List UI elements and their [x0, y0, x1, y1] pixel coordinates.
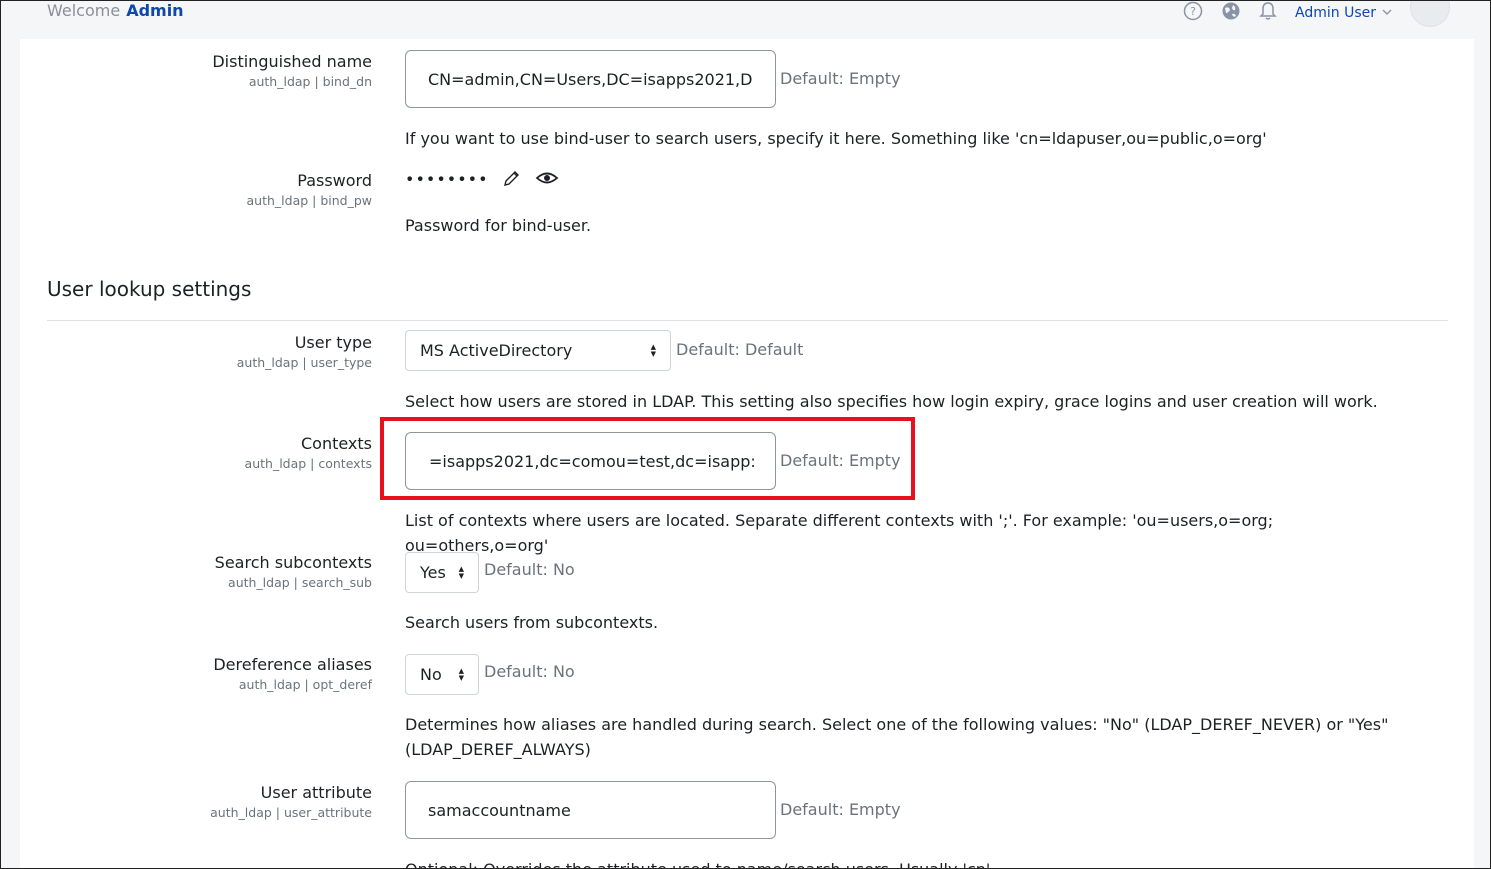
- setting-title: User attribute: [260, 783, 372, 802]
- setting-description: Search users from subcontexts.: [405, 613, 659, 632]
- setting-description: Select how users are stored in LDAP. Thi…: [405, 392, 1378, 411]
- setting-description: Determines how aliases are handled durin…: [405, 715, 1389, 759]
- user-menu[interactable]: Admin User: [1295, 5, 1392, 21]
- setting-description: Optional: Overrides the attribute used t…: [405, 857, 1405, 868]
- top-navbar: Welcome Admin ? Admin User: [1, 1, 1490, 39]
- bell-icon[interactable]: [1259, 1, 1277, 25]
- password-value: ••••••••: [405, 169, 489, 189]
- password-control: ••••••••: [405, 168, 559, 192]
- welcome-message: Welcome Admin: [47, 1, 184, 20]
- opt-deref-select[interactable]: No ▲ ▼: [405, 654, 479, 695]
- setting-title: Dereference aliases: [213, 655, 372, 674]
- setting-description: If you want to use bind-user to search u…: [405, 129, 1267, 148]
- user-type-control: MS ActiveDirectory ▲ ▼: [405, 330, 671, 371]
- select-arrows-icon: ▲ ▼: [650, 342, 656, 358]
- section-divider: [47, 320, 1448, 321]
- eye-icon[interactable]: [535, 168, 559, 192]
- setting-title: Search subcontexts: [214, 553, 372, 572]
- default-value: Default: Empty: [780, 800, 901, 819]
- avatar[interactable]: [1410, 1, 1450, 27]
- default-value: Default: Default: [676, 340, 804, 359]
- svg-text:?: ?: [1190, 5, 1196, 18]
- pencil-icon[interactable]: [502, 168, 522, 192]
- setting-key: auth_ldap | search_sub: [228, 575, 372, 590]
- setting-key: auth_ldap | opt_deref: [238, 677, 372, 692]
- bind-dn-control: CN=admin,CN=Users,DC=isapps2021,D: [405, 50, 776, 108]
- setting-key: auth_ldap | bind_dn: [248, 74, 372, 89]
- default-value: Default: Empty: [780, 69, 901, 88]
- setting-label: Dereference aliases auth_ldap | opt_dere…: [42, 654, 372, 694]
- setting-label: Search subcontexts auth_ldap | search_su…: [42, 552, 372, 592]
- select-arrows-icon: ▲ ▼: [458, 564, 464, 580]
- setting-label: Password auth_ldap | bind_pw: [42, 170, 373, 210]
- chevron-down-icon: [1382, 5, 1392, 21]
- setting-title: Contexts: [300, 434, 372, 453]
- selected-value: MS ActiveDirectory: [420, 341, 573, 360]
- bind-dn-input[interactable]: CN=admin,CN=Users,DC=isapps2021,D: [405, 50, 776, 108]
- top-icons: ? Admin User: [1183, 1, 1450, 27]
- setting-label: User attribute auth_ldap | user_attribut…: [42, 782, 372, 822]
- setting-description: List of contexts where users are located…: [405, 511, 1274, 555]
- setting-title: User type: [294, 333, 372, 352]
- setting-description: Password for bind-user.: [405, 216, 592, 235]
- opt-deref-control: No ▲ ▼: [405, 654, 479, 695]
- setting-key: auth_ldap | user_attribute: [210, 805, 372, 820]
- welcome-text: Welcome: [47, 1, 121, 20]
- setting-title: Distinguished name: [212, 52, 372, 71]
- selected-value: Yes: [420, 563, 446, 582]
- select-arrows-icon: ▲ ▼: [458, 666, 464, 682]
- user-menu-label: Admin User: [1295, 5, 1376, 21]
- default-value: Default: No: [484, 560, 575, 579]
- search-sub-select[interactable]: Yes ▲ ▼: [405, 552, 479, 593]
- browser-frame: Welcome Admin ? Admin User Distinguished…: [0, 0, 1491, 869]
- setting-key: auth_ldap | bind_pw: [246, 193, 373, 208]
- user-type-select[interactable]: MS ActiveDirectory ▲ ▼: [405, 330, 671, 371]
- globe-icon[interactable]: [1221, 1, 1241, 25]
- selected-value: No: [420, 665, 442, 684]
- setting-label: Distinguished name auth_ldap | bind_dn: [42, 51, 372, 91]
- user-attribute-control: samaccountname: [405, 781, 776, 839]
- highlight-box: [380, 417, 915, 500]
- setting-label: User type auth_ldap | user_type: [42, 332, 372, 372]
- setting-key: auth_ldap | user_type: [236, 355, 372, 370]
- help-icon[interactable]: ?: [1183, 1, 1203, 25]
- welcome-name: Admin: [126, 1, 184, 20]
- setting-key: auth_ldap | contexts: [244, 456, 372, 471]
- user-attribute-input[interactable]: samaccountname: [405, 781, 776, 839]
- setting-label: Contexts auth_ldap | contexts: [42, 433, 372, 473]
- section-title: User lookup settings: [47, 277, 252, 301]
- settings-card: Distinguished name auth_ldap | bind_dn C…: [20, 39, 1474, 868]
- search-sub-control: Yes ▲ ▼: [405, 552, 479, 593]
- setting-title: Password: [297, 171, 372, 190]
- default-value: Default: No: [484, 662, 575, 681]
